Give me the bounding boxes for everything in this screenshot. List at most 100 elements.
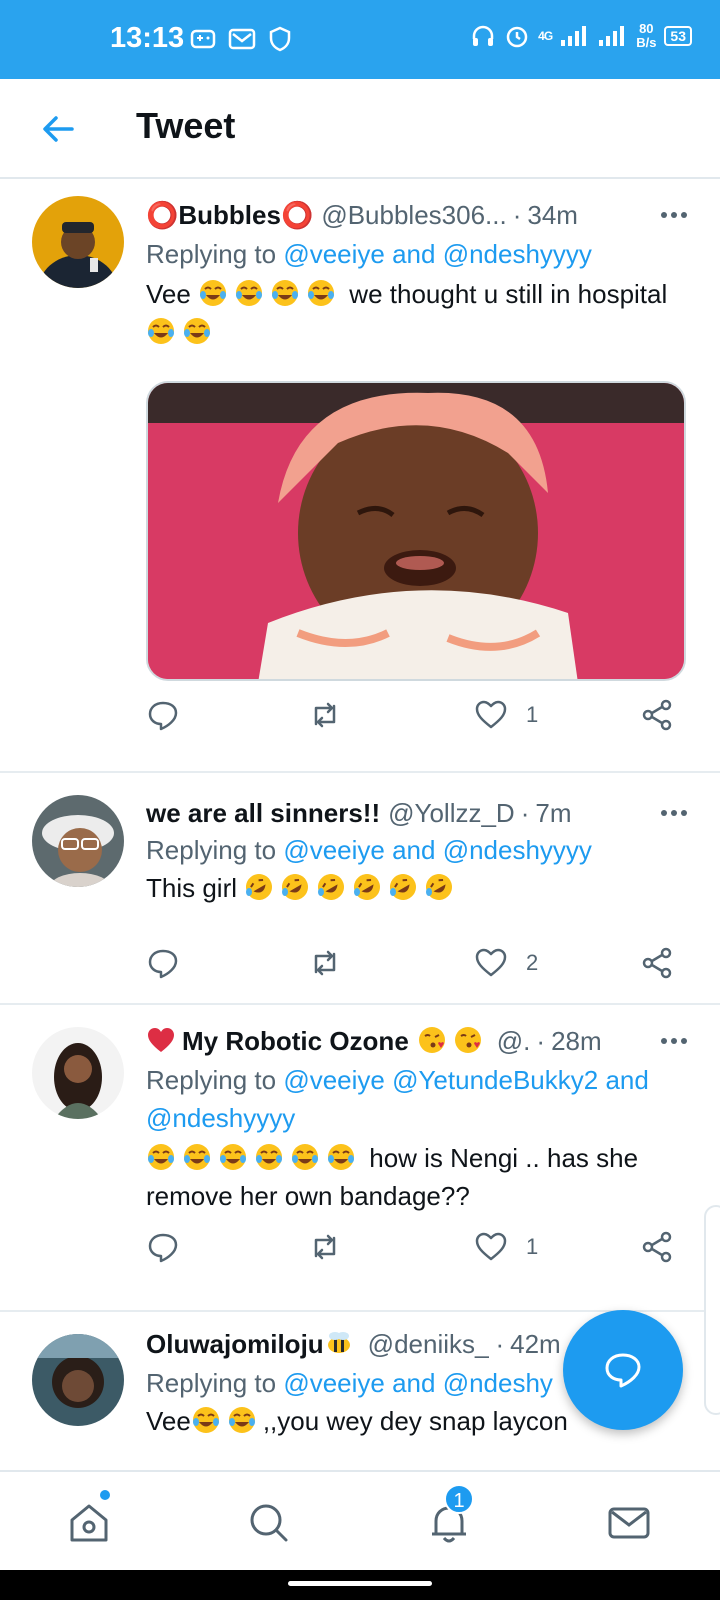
author-name[interactable]: My Robotic Ozone [182,1026,409,1057]
back-arrow-icon[interactable] [38,109,78,149]
emoji-rofl [244,873,460,903]
replying-to: Replying to @veeiye @YetundeBukky2 and @… [146,1065,649,1133]
tweet-text: This girl [146,869,680,907]
avatar[interactable] [32,1027,124,1119]
gamepad-icon [190,29,216,49]
nav-notifications[interactable]: 1 [426,1484,474,1546]
author-handle[interactable]: @. [497,1026,531,1057]
retweet-button[interactable] [308,1227,342,1267]
signal-icon [561,26,587,46]
heart-icon [475,1232,507,1261]
mention-link[interactable]: @veeiye and @ndeshyyyy [283,835,592,865]
reply-button[interactable] [146,943,180,983]
emoji-tears-of-joy [146,317,218,347]
messages-icon [608,1507,650,1539]
mention-link[interactable]: @veeiye and @ndeshyyyy [283,239,592,269]
notification-badge: 1 [444,1484,474,1514]
emoji-bee [324,1328,360,1360]
search-icon [250,1504,288,1542]
battery-indicator: 53 [664,26,692,46]
home-icon [70,1504,108,1542]
tweet-actions: 1 [146,1227,686,1267]
like-button[interactable]: 1 [474,1227,538,1267]
retweet-button[interactable] [308,695,342,735]
share-icon [642,699,672,731]
emoji-tears-of-joy [191,1406,263,1436]
retweet-icon [314,950,336,976]
network-type: 4G [538,29,553,43]
nav-messages[interactable] [606,1500,652,1546]
nav-search[interactable] [246,1500,292,1546]
tweet-text: how is Nengi .. has she remove her own b… [146,1143,639,1211]
share-button[interactable] [640,1227,674,1267]
reply-button[interactable] [146,695,180,735]
avatar[interactable] [32,196,124,288]
status-time: 13:13 [110,22,185,54]
tweet-image[interactable] [146,381,686,681]
emoji-tears-of-joy [198,279,349,309]
compose-reply-button[interactable] [563,1310,683,1430]
author-handle[interactable]: @Yollzz_D [388,798,515,829]
tweet-time: 34m [527,199,578,230]
tweet-actions: 2 [146,943,686,983]
like-count: 1 [526,702,539,727]
tweet-text: Vee we thought u still in hospital [146,275,680,351]
share-button[interactable] [640,943,674,983]
tweet-header: My Robotic Ozone @. · 28m [146,1023,700,1059]
author-name[interactable]: Oluwajomiloju [146,1329,324,1360]
network-speed: 80 B/s [636,21,657,50]
share-icon [642,1231,672,1263]
tweet-time: 7m [535,797,572,828]
author-name[interactable]: we are all sinners!! [146,798,380,829]
home-unread-dot [100,1490,110,1500]
reply-icon [148,701,178,731]
tweet-time: 42m [510,1328,561,1359]
author-handle[interactable]: @deniiks_ [368,1329,490,1360]
heart-icon [475,948,507,977]
chat-bubble-icon [605,1353,641,1388]
tweet-actions: 1 [146,695,686,735]
scroll-handle[interactable] [704,1205,720,1415]
tweet-header: ⭕Bubbles⭕ @Bubbles306... · 34m [146,199,578,231]
like-button[interactable]: 2 [474,943,538,983]
like-button[interactable]: 1 [474,695,538,735]
heart-icon [475,700,507,729]
tweet[interactable]: we are all sinners!! @Yollzz_D · 7m Repl… [0,773,720,1005]
retweet-icon [314,702,336,728]
replying-to: Replying to @veeiye and @ndeshyyyy [146,835,592,865]
reply-icon [148,1233,178,1263]
more-options-icon[interactable] [656,795,692,831]
header: Tweet [0,79,720,179]
more-options-icon[interactable] [656,1023,692,1059]
avatar[interactable] [32,795,124,887]
like-count: 2 [526,950,539,975]
reply-icon [148,949,178,979]
replying-to: Replying to @veeiye and @ndeshyyyy [146,239,592,269]
share-button[interactable] [640,695,674,735]
retweet-button[interactable] [308,943,342,983]
status-bar: 13:13 4G 80 B/s 53 [0,0,720,79]
heart-emoji [146,1025,182,1057]
bottom-nav: 1 [0,1470,720,1570]
reply-button[interactable] [146,1227,180,1267]
headphones-icon [472,25,494,46]
tweet[interactable]: My Robotic Ozone @. · 28m Replying to @v… [0,1005,720,1312]
mail-icon [228,28,256,50]
tweet-header: we are all sinners!! @Yollzz_D · 7m [146,797,572,829]
like-count: 1 [526,1234,539,1259]
emoji-tears-of-joy [146,1143,362,1173]
author-handle[interactable]: @Bubbles306... [321,200,506,231]
home-indicator[interactable] [288,1581,432,1586]
tweet[interactable]: ⭕Bubbles⭕ @Bubbles306... · 34m Replying … [0,181,720,773]
alarm-icon [506,26,528,48]
more-options-icon[interactable] [656,197,692,233]
nav-home[interactable] [66,1490,112,1546]
shield-icon [269,26,291,52]
emoji-kiss [417,1025,489,1057]
avatar[interactable] [32,1334,124,1426]
mention-link[interactable]: @veeiye and @ndeshy [283,1368,553,1398]
system-nav-bar [0,1570,720,1600]
author-name[interactable]: ⭕Bubbles⭕ [146,200,313,231]
page-title: Tweet [136,105,236,146]
share-icon [642,947,672,979]
